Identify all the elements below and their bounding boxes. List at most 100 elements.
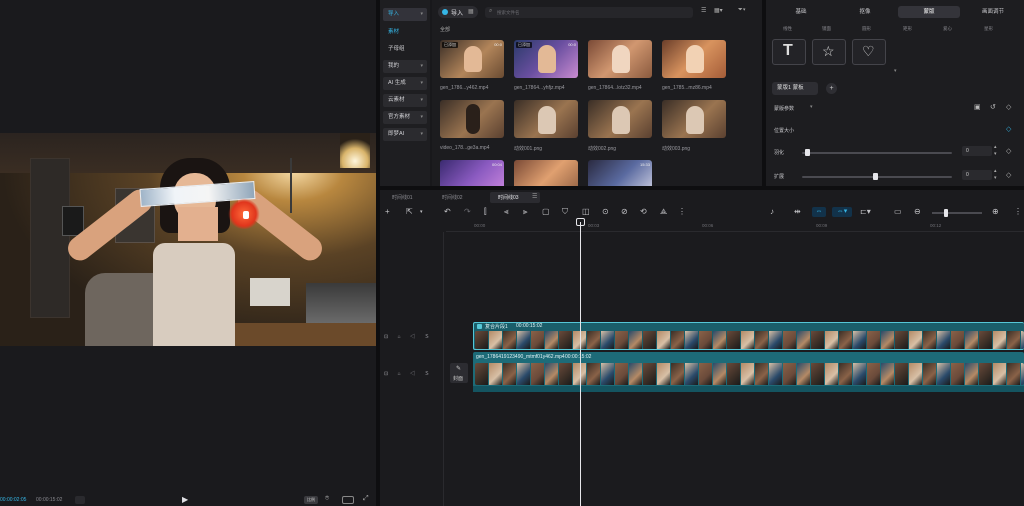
sidebar-item-official[interactable]: 官方素材 ▾ <box>383 111 427 124</box>
tab-timeline-03[interactable]: 时间线03 <box>498 193 519 203</box>
tab-adjust[interactable]: 画面调节 <box>962 6 1024 18</box>
sort-icon[interactable]: ☰ <box>701 7 706 14</box>
track-controls[interactable]: ⊡ ⌂ ◁ Ｓ <box>384 370 433 377</box>
mask-chip[interactable]: 蒙版1 蒙板 <box>772 82 818 95</box>
menu-icon[interactable]: ☰ <box>532 193 537 200</box>
link-icon[interactable]: ⇹ <box>794 207 801 216</box>
zoom-in-icon[interactable]: ⊕ <box>992 207 999 216</box>
split-left-icon[interactable]: ⫷ <box>504 207 509 217</box>
split-icon[interactable]: ⫿ <box>484 207 487 217</box>
media-thumb[interactable] <box>514 100 578 138</box>
keyframe-icon[interactable]: ◇ <box>1006 125 1011 133</box>
undo-icon[interactable]: ↶ <box>444 207 451 216</box>
stepper-icon[interactable]: ▴ ▾ <box>994 168 997 182</box>
sidebar-item-compound[interactable]: 子母组 <box>383 43 427 56</box>
chevron-down-icon[interactable]: ▾ <box>420 209 423 215</box>
clip-name: 复合片段1 <box>485 324 508 330</box>
keyframe-icon[interactable]: ◇ <box>1006 171 1011 179</box>
compound-clip[interactable]: 复合片段1 00:00:15:02 <box>473 322 1024 350</box>
search-input[interactable]: ⌕ 搜索文件名 <box>485 7 693 18</box>
sidebar-item-mine[interactable]: 我的 ▾ <box>383 60 427 73</box>
media-thumb[interactable]: 已添加 00:0 <box>514 40 578 78</box>
track-controls[interactable]: ⊡ ⌂ ◁ Ｓ <box>384 333 433 340</box>
view-icon[interactable]: ▦▾ <box>714 7 723 14</box>
heart-mask-button[interactable]: ♡ <box>852 39 886 65</box>
media-thumb[interactable] <box>662 40 726 78</box>
sidebar-item-ai-generate[interactable]: AI 生成 ▾ <box>383 77 427 90</box>
chevron-down-icon[interactable]: ▾ <box>810 104 813 110</box>
add-mask-button[interactable]: + <box>826 83 837 94</box>
sidebar-item-import[interactable]: 导入 ▾ <box>383 8 427 21</box>
import-button[interactable]: 导入 ▦ <box>438 6 478 18</box>
snap-icon[interactable]: ⇔ <box>812 207 826 217</box>
feather-slider[interactable] <box>802 152 952 154</box>
caption-icon[interactable]: ▭ <box>894 207 902 216</box>
select-tool-icon[interactable]: ⇱ <box>406 207 413 216</box>
keyframe-icon[interactable]: ◇ <box>1006 147 1011 155</box>
feather-value[interactable]: 0 <box>962 146 992 156</box>
chevron-down-icon[interactable]: ▾ <box>894 68 897 74</box>
expand-slider-knob[interactable] <box>872 173 878 180</box>
mask-type-linear[interactable]: 线性 <box>783 26 792 32</box>
mirror-icon[interactable]: ⊘ <box>621 207 628 216</box>
more-icon[interactable]: ⋮ <box>1014 207 1022 216</box>
reset-icon[interactable]: ↺ <box>990 103 996 111</box>
media-thumb[interactable] <box>588 100 652 138</box>
mask-type-rect[interactable]: 矩形 <box>903 26 912 32</box>
add-track-icon[interactable]: + <box>385 207 390 216</box>
media-thumb[interactable] <box>588 40 652 78</box>
zoom-slider[interactable] <box>932 212 982 214</box>
shield-icon[interactable]: ⛉ <box>562 207 568 217</box>
split-right-icon[interactable]: ⫸ <box>523 207 528 217</box>
aspect-icon[interactable] <box>342 496 354 504</box>
sidebar-item-material[interactable]: 素材 <box>383 26 427 39</box>
zoom-out-icon[interactable]: ⊖ <box>914 207 921 216</box>
screenshot-icon[interactable]: ⌾ <box>325 495 329 503</box>
mic-icon[interactable]: ♪ <box>770 207 774 216</box>
tab-basic[interactable]: 基础 <box>770 6 832 18</box>
more-icon[interactable]: ⋮ <box>678 207 686 216</box>
cover-button[interactable]: ✎ 封面 <box>450 363 468 383</box>
media-thumb[interactable] <box>440 100 504 138</box>
ruler-tick: 00:12 <box>930 223 942 228</box>
mask-type-circle[interactable]: 圆形 <box>862 26 871 32</box>
text-mask-button[interactable]: T <box>772 39 806 65</box>
mask-type-heart[interactable]: 爱心 <box>943 26 952 32</box>
video-preview[interactable] <box>0 133 376 346</box>
sidebar-item-cloud[interactable]: 云素材 ▾ <box>383 94 427 107</box>
feather-slider-knob[interactable] <box>805 149 810 156</box>
tab-timeline-02[interactable]: 时间线02 <box>442 193 463 203</box>
media-thumb[interactable]: 00:04 <box>440 160 504 186</box>
mask-type-mirror[interactable]: 镜面 <box>822 26 831 32</box>
media-thumb[interactable] <box>662 100 726 138</box>
media-thumb[interactable]: 已添加 00:0 <box>440 40 504 78</box>
playhead[interactable] <box>580 222 581 506</box>
tab-timeline-01[interactable]: 时间线01 <box>392 193 413 203</box>
tab-mask[interactable]: 蒙版 <box>898 6 960 18</box>
stepper-icon[interactable]: ▴ ▾ <box>994 144 997 158</box>
freeze-icon[interactable]: ◫ <box>582 207 590 216</box>
filter-icon[interactable]: ⏷▾ <box>738 7 746 14</box>
play-icon[interactable]: ▶ <box>182 495 188 504</box>
mask-type-star[interactable]: 星形 <box>984 26 993 32</box>
zoom-slider-knob[interactable] <box>944 209 948 217</box>
expand-value[interactable]: 0 <box>962 170 992 180</box>
video-clip[interactable]: gen_1786419123490_mtmf01y462.mp4 00:00:1… <box>473 352 1024 392</box>
timecode-toggle-icon[interactable] <box>75 496 85 504</box>
save-preset-icon[interactable]: ▣ <box>974 103 981 111</box>
fullscreen-icon[interactable]: ⤢ <box>363 495 369 503</box>
reverse-icon[interactable]: ⊙ <box>602 207 609 216</box>
keyframe-icon[interactable]: ◇ <box>1006 103 1011 111</box>
sidebar-item-jimeng-ai[interactable]: 即梦AI ▾ <box>383 128 427 141</box>
media-thumb[interactable] <box>514 160 578 186</box>
rotate-icon[interactable]: ⟲ <box>640 207 647 216</box>
split-view-icon[interactable]: ⊏▾ <box>860 207 871 216</box>
star-mask-button[interactable]: ☆ <box>812 39 846 65</box>
redo-icon[interactable]: ↷ <box>464 207 471 216</box>
tab-cutout[interactable]: 抠像 <box>834 6 896 18</box>
delete-icon[interactable]: ▢ <box>542 207 550 216</box>
crop-icon[interactable]: ⟁ <box>660 207 667 217</box>
ratio-button[interactable]: 比例 <box>304 496 318 504</box>
media-thumb[interactable]: 15:33 <box>588 160 652 186</box>
preview-axis-icon[interactable]: ⇔▾ <box>832 207 852 217</box>
